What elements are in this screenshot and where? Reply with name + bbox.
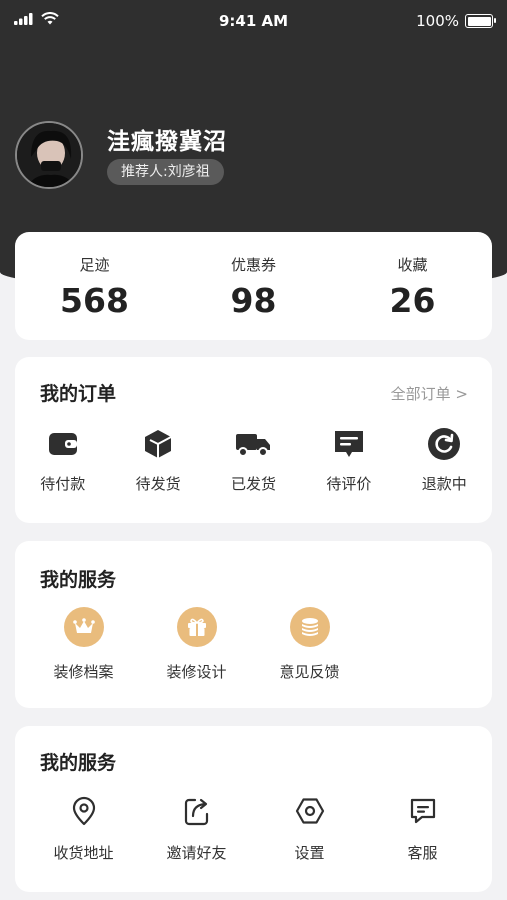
settings-icon xyxy=(295,798,324,824)
gift-icon xyxy=(187,618,206,636)
service-label: 装修档案 xyxy=(53,663,114,681)
coins-icon xyxy=(301,618,318,636)
services-row: 装修档案 装修设计 意见反馈 xyxy=(15,607,492,682)
package-icon xyxy=(145,430,172,458)
order-status-row: 待付款 待发货 已发货 待评价 退款中 xyxy=(15,427,492,494)
tool-settings[interactable]: 设置 xyxy=(253,794,366,863)
referrer-badge: 推荐人:刘彦祖 xyxy=(107,159,224,185)
stat-coupons[interactable]: 优惠券 98 xyxy=(174,232,333,340)
order-label: 退款中 xyxy=(421,475,467,493)
stat-footprint[interactable]: 足迹 568 xyxy=(15,232,174,340)
order-shipped[interactable]: 已发货 xyxy=(206,427,301,494)
username: 洼瘋撥冀沼 xyxy=(107,129,227,155)
tool-invite-friends[interactable]: 邀请好友 xyxy=(140,794,253,863)
tool-label: 收货地址 xyxy=(53,844,114,862)
chat-icon xyxy=(410,798,435,824)
status-right: 100% xyxy=(416,12,496,30)
stat-value: 98 xyxy=(230,281,277,320)
avatar[interactable] xyxy=(15,121,83,189)
order-label: 待付款 xyxy=(40,475,86,493)
truck-icon xyxy=(236,434,271,457)
tool-customer-service[interactable]: 客服 xyxy=(366,794,479,863)
tool-label: 设置 xyxy=(294,844,325,862)
service-renovation-archive[interactable]: 装修档案 xyxy=(27,607,140,682)
order-label: 待发货 xyxy=(135,475,181,493)
stat-value: 568 xyxy=(60,281,129,320)
stat-label: 收藏 xyxy=(397,256,428,274)
crown-icon xyxy=(72,618,95,633)
battery-icon xyxy=(465,14,496,28)
stat-favorites[interactable]: 收藏 26 xyxy=(333,232,492,340)
stat-value: 26 xyxy=(389,281,436,320)
services-title: 我的服务 xyxy=(40,569,117,591)
stat-label: 优惠券 xyxy=(230,256,276,274)
stat-label: 足迹 xyxy=(79,256,110,274)
tool-shipping-address[interactable]: 收货地址 xyxy=(27,794,140,863)
tools-title: 我的服务 xyxy=(40,752,117,774)
tool-label: 客服 xyxy=(407,844,438,862)
tools-card: 我的服务 收货地址 邀请好友 设置 客服 xyxy=(15,726,492,892)
order-label: 待评价 xyxy=(326,475,372,493)
orders-card: 我的订单 全部订单 > 待付款 待发货 已发货 待评价 退款中 xyxy=(15,357,492,523)
wallet-icon xyxy=(48,433,77,455)
tool-label: 邀请好友 xyxy=(166,844,227,862)
review-icon xyxy=(334,431,363,457)
order-label: 已发货 xyxy=(230,475,276,493)
orders-title: 我的订单 xyxy=(40,383,117,405)
tools-row: 收货地址 邀请好友 设置 客服 xyxy=(27,794,479,863)
service-feedback[interactable]: 意见反馈 xyxy=(253,607,366,682)
all-orders-link[interactable]: 全部订单 > xyxy=(391,383,468,404)
battery-percent: 100% xyxy=(416,12,459,30)
services-card: 我的服务 装修档案 装修设计 意见反馈 xyxy=(15,541,492,708)
location-icon xyxy=(72,796,95,826)
stats-card: 足迹 568 优惠券 98 收藏 26 xyxy=(15,232,492,340)
order-pending-review[interactable]: 待评价 xyxy=(301,427,396,494)
order-pending-payment[interactable]: 待付款 xyxy=(15,427,110,494)
order-pending-shipment[interactable]: 待发货 xyxy=(110,427,205,494)
service-label: 装修设计 xyxy=(166,663,227,681)
order-refunding[interactable]: 退款中 xyxy=(397,427,492,494)
refund-icon xyxy=(428,428,461,460)
status-bar: 9:41 AM 100% xyxy=(0,0,507,42)
service-renovation-design[interactable]: 装修设计 xyxy=(140,607,253,682)
service-label: 意见反馈 xyxy=(279,663,340,681)
share-icon xyxy=(184,798,208,826)
